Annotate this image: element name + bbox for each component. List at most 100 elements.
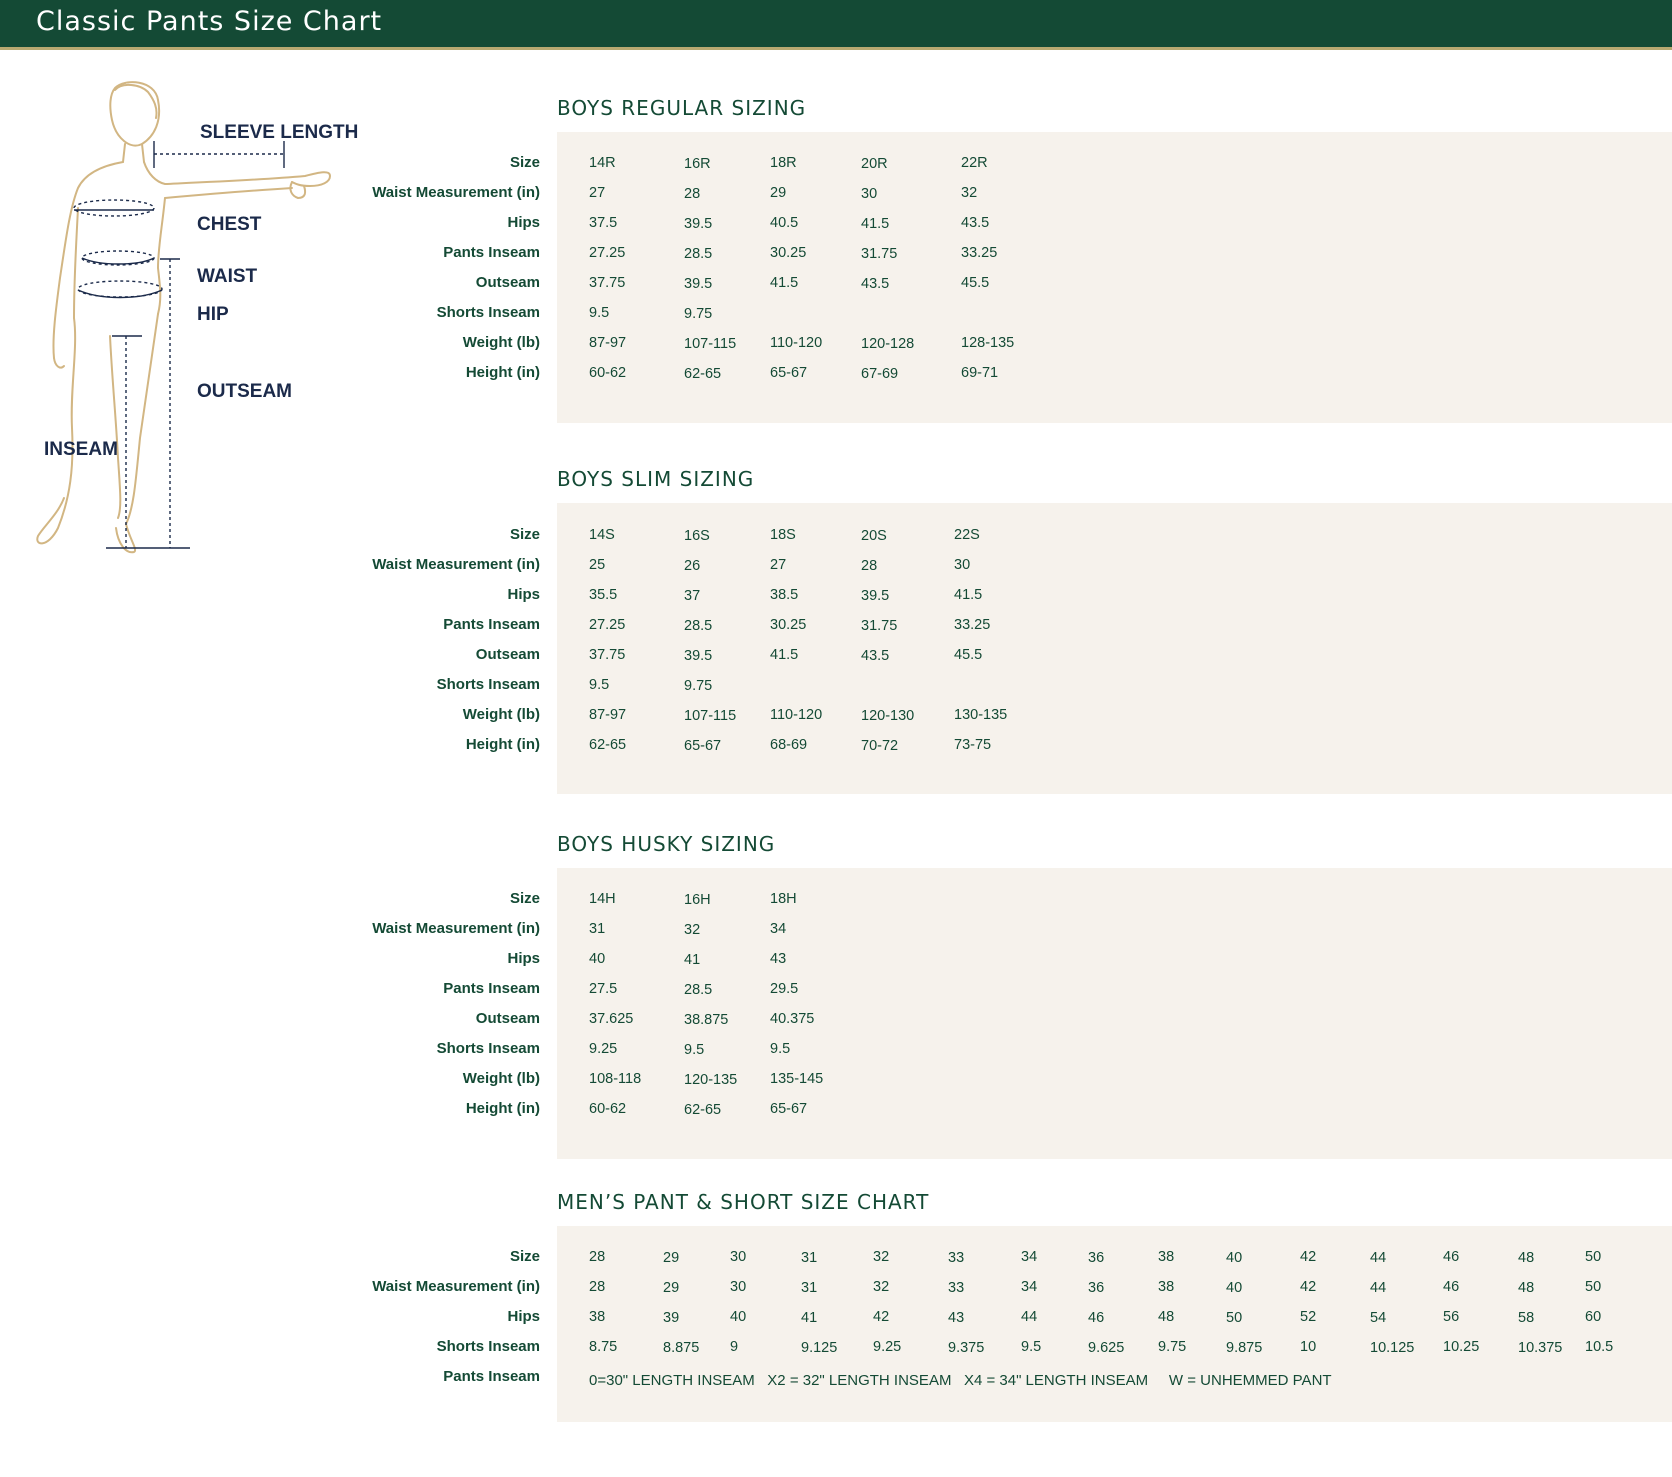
table-cell: 42 [873,1309,890,1325]
row-label-pants-inseam: Pants Inseam [443,1368,540,1385]
table-cell: 34 [1021,1279,1038,1295]
table-cell: 30.25 [770,245,807,261]
table-cell: 130-135 [954,707,1008,723]
table-cell: 31 [801,1280,818,1296]
table-cell: 33 [948,1250,965,1266]
table-cell: 67-69 [861,366,899,382]
table-cell: 45.5 [954,647,983,663]
table-cell: 29 [663,1250,680,1266]
table-cell: 37.75 [589,275,626,291]
table-cell: 10.125 [1370,1340,1415,1356]
table-cell: 30 [730,1249,747,1265]
table-cell: 18R [770,155,797,171]
row-label-outseam: Outseam [475,1010,540,1027]
row-label-hips: Hips [507,950,540,967]
table-cell: 60-62 [589,365,627,381]
row-label-hips: Hips [507,214,540,231]
table-cell: 43.5 [861,648,890,664]
row-label-outseam: Outseam [475,274,540,291]
table-cell: 37.75 [589,647,626,663]
table-cell: 65-67 [770,1101,808,1117]
table-cell: 60-62 [589,1101,627,1117]
row-label-waist-measurement-in: Waist Measurement (in) [372,1278,540,1295]
table-cell: 33.25 [961,245,998,261]
table-cell: 32 [684,922,701,938]
table-cell: 70-72 [861,738,899,754]
table-cell: 39 [663,1310,680,1326]
header-bar: Classic Pants Size Chart [0,0,1672,50]
table-cell: 39.5 [861,588,890,604]
table-cell: 37 [684,588,701,604]
section-title: MEN’S PANT & SHORT SIZE CHART [557,1190,930,1214]
table-cell: 8.75 [589,1339,618,1355]
table-cell: 46 [1443,1249,1460,1265]
table-cell: 68-69 [770,737,808,753]
table-cell: 20R [861,156,888,172]
table-cell: 22R [961,155,988,171]
table-cell: 9 [730,1339,739,1355]
table-cell: 41.5 [954,587,983,603]
table-cell: 16R [684,156,711,172]
table-cell: 38 [1158,1279,1175,1295]
row-label-outseam: Outseam [475,646,540,663]
table-cell: 42 [1300,1279,1317,1295]
row-label-shorts-inseam: Shorts Inseam [436,676,540,693]
table-cell: 43 [948,1310,965,1326]
sleeve-length-label: SLEEVE LENGTH [200,122,359,143]
table-cell: 65-67 [770,365,808,381]
row-label-pants-inseam: Pants Inseam [443,244,540,261]
table-cell: 52 [1300,1309,1317,1325]
table-cell: 62-65 [684,366,722,382]
table-cell: 46 [1088,1310,1105,1326]
table-cell: 32 [961,185,978,201]
table-cell: 37.5 [589,215,618,231]
row-label-size: Size [509,890,540,907]
table-cell: 37.625 [589,1011,634,1027]
table-cell: 50 [1585,1279,1602,1295]
table-cell: 32 [873,1279,890,1295]
table-cell: 50 [1585,1249,1602,1265]
table-cell: 30 [730,1279,747,1295]
table-cell: 28 [589,1279,606,1295]
table-cell: 40 [730,1309,747,1325]
row-label-size: Size [509,526,540,543]
table-cell: 28.5 [684,246,713,262]
table-cell: 9.375 [948,1340,985,1356]
table-cell: 8.875 [663,1340,700,1356]
table-cell: 58 [1518,1310,1535,1326]
chest-label: CHEST [197,214,262,235]
table-cell: 16H [684,892,711,908]
table-cell: 40 [1226,1280,1243,1296]
table-cell: 40.5 [770,215,799,231]
table-cell: 35.5 [589,587,618,603]
table-cell: 110-120 [770,707,823,723]
section-title: BOYS REGULAR SIZING [557,96,807,120]
table-cell: 27 [589,185,606,201]
row-label-size: Size [509,154,540,171]
table-cell: 38.875 [684,1012,729,1028]
row-label-hips: Hips [507,586,540,603]
table-cell: 9.75 [684,306,713,322]
table-cell: 41 [801,1310,818,1326]
table-cell: 9.5 [589,305,610,321]
table-cell: 60 [1585,1309,1602,1325]
table-cell: 31.75 [861,618,898,634]
table-cell: 9.75 [1158,1339,1187,1355]
table-cell: 30.25 [770,617,807,633]
table-cell: 9.25 [873,1339,902,1355]
table-cell: 73-75 [954,737,992,753]
table-cell: 48 [1518,1250,1535,1266]
table-cell: 18H [770,891,797,907]
table-cell: 9.5 [684,1042,705,1058]
section-title: BOYS HUSKY SIZING [557,832,776,856]
table-cell: 38 [589,1309,606,1325]
table-cell: 44 [1021,1309,1038,1325]
row-label-waist-measurement-in: Waist Measurement (in) [372,184,540,201]
table-cell: 9.25 [589,1041,618,1057]
table-cell: 40 [589,951,606,967]
table-cell: 135-145 [770,1071,824,1087]
table-cell: 40.375 [770,1011,815,1027]
table-cell: 43.5 [961,215,990,231]
table-cell: 33 [948,1280,965,1296]
table-cell: 38 [1158,1249,1175,1265]
